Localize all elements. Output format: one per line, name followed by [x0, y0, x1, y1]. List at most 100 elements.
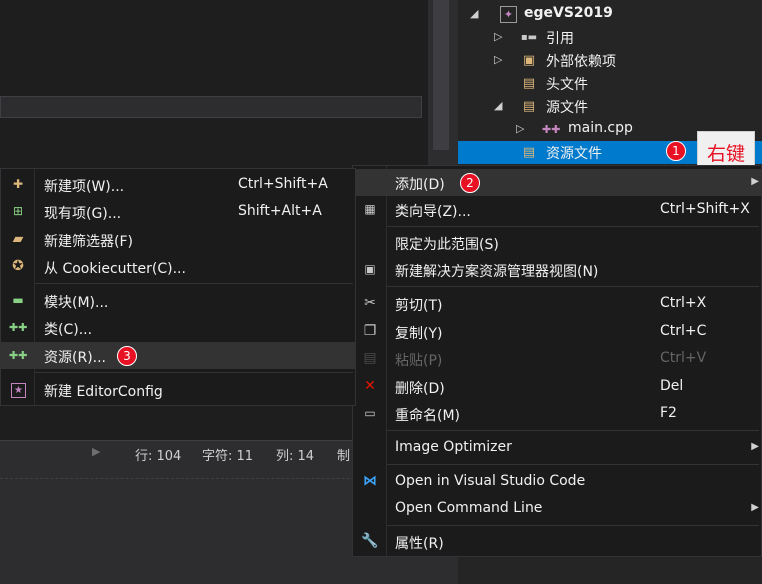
- paste-icon: ▤: [363, 350, 377, 366]
- submenu-item-module[interactable]: ▬ 模块(M)...: [1, 287, 355, 314]
- menu-item-label: 类向导(Z)...: [395, 204, 471, 220]
- menu-item-shortcut: Ctrl+C: [660, 323, 707, 339]
- tree-item-label: 引用: [546, 31, 574, 47]
- menu-separator: [387, 525, 759, 526]
- submenu-item-cookiecutter[interactable]: ✪ 从 Cookiecutter(C)...: [1, 253, 355, 280]
- menu-item-shortcut: Shift+Alt+A: [238, 203, 322, 219]
- submenu-item-existing-item[interactable]: ⊞ 现有项(G)... Shift+Alt+A: [1, 198, 355, 225]
- menu-item-label: 剪切(T): [395, 298, 443, 314]
- tree-item-label: 资源文件: [546, 146, 602, 162]
- submenu-item-new-filter[interactable]: ▰ 新建筛选器(F): [1, 226, 355, 253]
- tree-item-project[interactable]: ◢ ✦ egeVS2019: [458, 3, 762, 26]
- new-item-icon: ✚: [12, 177, 24, 191]
- wrench-icon: 🔧: [361, 533, 379, 549]
- tree-item-header-files[interactable]: ▤ 头文件: [458, 72, 762, 95]
- status-mode: 制: [337, 449, 351, 464]
- submenu-item-class[interactable]: ✚✚ 类(C)...: [1, 314, 355, 341]
- rename-icon: ▭: [364, 406, 376, 420]
- collapse-arrow-icon[interactable]: ◢: [494, 99, 502, 112]
- menu-item-copy[interactable]: ❐ 复制(Y) Ctrl+C: [353, 318, 761, 345]
- menu-item-label: 新建解决方案资源管理器视图(N): [395, 264, 599, 280]
- editor-navigation-bar[interactable]: [0, 96, 422, 118]
- tree-item-references[interactable]: ▷ ▪▬ 引用: [458, 26, 762, 49]
- cpp-file-icon: ✚✚: [542, 123, 561, 136]
- filter-folder-icon: ▤: [522, 145, 536, 160]
- collapse-arrow-icon[interactable]: ◢: [470, 7, 478, 20]
- menu-item-label: 新建 EditorConfig: [44, 384, 163, 400]
- resource-icon: ✚✚: [9, 349, 28, 362]
- menu-item-label: 删除(D): [395, 381, 445, 397]
- menu-item-label: 限定为此范围(S): [395, 237, 499, 253]
- menu-item-label: 添加(D): [395, 177, 445, 193]
- submenu-item-new-item[interactable]: ✚ 新建项(W)... Ctrl+Shift+A: [1, 171, 355, 198]
- menu-item-shortcut: Del: [660, 378, 684, 394]
- expand-arrow-icon[interactable]: ▷: [494, 53, 502, 66]
- scrollbar-thumb[interactable]: [433, 0, 449, 150]
- menu-item-shortcut: Ctrl+V: [660, 350, 707, 366]
- menu-item-open-vscode[interactable]: ⋈ Open in Visual Studio Code: [353, 468, 761, 495]
- editorconfig-icon: ★: [11, 383, 26, 398]
- external-deps-icon: ▣: [522, 53, 536, 68]
- tree-item-label: 头文件: [546, 77, 588, 93]
- new-view-icon: ▣: [364, 262, 376, 276]
- scissors-icon: ✂: [364, 295, 376, 311]
- tree-item-label: main.cpp: [568, 120, 633, 136]
- menu-item-label: 现有项(G)...: [44, 206, 122, 222]
- menu-separator: [35, 372, 353, 373]
- menu-item-class-wizard[interactable]: ▦ 类向导(Z)... Ctrl+Shift+X: [353, 196, 761, 223]
- menu-item-new-explorer-view[interactable]: ▣ 新建解决方案资源管理器视图(N): [353, 256, 761, 283]
- menu-item-scope-to-this[interactable]: 限定为此范围(S): [353, 229, 761, 256]
- menu-item-shortcut: F2: [660, 405, 677, 421]
- menu-item-open-command-line[interactable]: Open Command Line ▶: [353, 495, 761, 522]
- submenu-item-editorconfig[interactable]: ★ 新建 EditorConfig: [1, 376, 355, 403]
- submenu-item-resource[interactable]: ✚✚ 资源(R)...: [1, 342, 355, 369]
- tree-item-external-deps[interactable]: ▷ ▣ 外部依赖项: [458, 49, 762, 72]
- menu-item-label: 从 Cookiecutter(C)...: [44, 261, 186, 277]
- menu-item-paste[interactable]: ▤ 粘贴(P) Ctrl+V: [353, 345, 761, 372]
- menu-item-add[interactable]: 添加(D) ▶: [353, 169, 761, 196]
- step-badge-3: 3: [117, 346, 137, 366]
- tree-item-label: egeVS2019: [524, 5, 613, 21]
- menu-item-label: 粘贴(P): [395, 353, 443, 369]
- new-filter-icon: ▰: [12, 231, 24, 247]
- menu-item-label: Open in Visual Studio Code: [395, 473, 586, 489]
- menu-separator: [35, 283, 353, 284]
- status-col: 列: 14: [276, 449, 315, 464]
- menu-item-rename[interactable]: ▭ 重命名(M) F2: [353, 400, 761, 427]
- status-char: 字符: 11: [202, 449, 254, 464]
- tree-item-source-files[interactable]: ◢ ▤ 源文件: [458, 95, 762, 118]
- menu-item-label: Image Optimizer: [395, 439, 512, 455]
- add-submenu: ✚ 新建项(W)... Ctrl+Shift+A ⊞ 现有项(G)... Shi…: [0, 168, 356, 406]
- status-arrow-icon: ▶: [92, 445, 101, 458]
- project-icon: ✦: [500, 6, 517, 23]
- menu-separator: [387, 430, 759, 431]
- menu-item-delete[interactable]: ✕ 删除(D) Del: [353, 373, 761, 400]
- menu-item-shortcut: Ctrl+X: [660, 295, 707, 311]
- menu-item-label: 属性(R): [395, 536, 444, 552]
- expand-arrow-icon[interactable]: ▷: [494, 30, 502, 43]
- menu-separator: [387, 286, 759, 287]
- menu-item-label: 资源(R)...: [44, 350, 107, 366]
- class-wizard-icon: ▦: [364, 202, 376, 216]
- cookiecutter-icon: ✪: [12, 258, 24, 274]
- menu-item-label: 复制(Y): [395, 326, 443, 342]
- tree-item-label: 源文件: [546, 100, 588, 116]
- menu-item-shortcut: Ctrl+Shift+X: [660, 201, 750, 217]
- menu-item-properties[interactable]: 🔧 属性(R): [353, 528, 761, 555]
- vscode-icon: ⋈: [363, 473, 377, 489]
- menu-item-cut[interactable]: ✂ 剪切(T) Ctrl+X: [353, 290, 761, 317]
- submenu-arrow-icon: ▶: [751, 176, 759, 187]
- tree-item-label: 外部依赖项: [546, 54, 616, 70]
- references-icon: ▪▬: [520, 32, 538, 43]
- step-badge-1: 1: [666, 141, 686, 161]
- expand-arrow-icon[interactable]: ▷: [516, 122, 524, 135]
- menu-separator: [387, 226, 759, 227]
- filter-folder-icon: ▤: [522, 76, 536, 91]
- module-icon: ▬: [12, 293, 24, 307]
- submenu-arrow-icon: ▶: [751, 502, 759, 513]
- menu-item-image-optimizer[interactable]: Image Optimizer ▶: [353, 434, 761, 461]
- delete-icon: ✕: [364, 378, 376, 394]
- filter-folder-icon: ▤: [522, 99, 536, 114]
- menu-separator: [387, 464, 759, 465]
- class-icon: ✚✚: [9, 321, 28, 334]
